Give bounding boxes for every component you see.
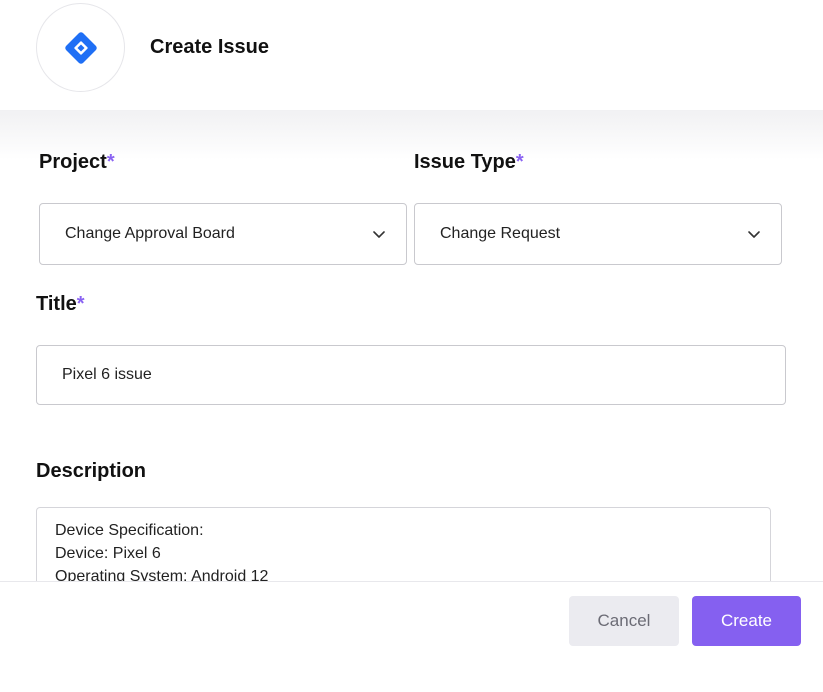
issue-type-label: Issue Type*	[414, 151, 524, 174]
description-cut-line	[55, 508, 268, 519]
issue-type-select[interactable]: Change Request	[414, 203, 782, 265]
required-mark: *	[76, 293, 85, 315]
description-textarea[interactable]: Device Specification: Device: Pixel 6 Oper…	[36, 507, 771, 587]
chevron-down-icon	[372, 227, 386, 241]
description-line: Device Specification:	[55, 522, 204, 539]
title-label-text: Title	[36, 293, 77, 315]
project-select-value: Change Approval Board	[65, 225, 235, 242]
issue-type-label-text: Issue Type	[414, 151, 516, 173]
issue-type-select-value: Change Request	[440, 225, 561, 242]
header-shadow	[0, 110, 823, 160]
project-label: Project*	[39, 151, 115, 174]
modal-footer: Cancel Create	[0, 581, 823, 692]
modal-header: Create Issue	[0, 0, 823, 110]
chevron-down-icon	[747, 227, 761, 241]
title-input[interactable]	[36, 345, 786, 405]
page-title: Create Issue	[150, 36, 269, 58]
cancel-button[interactable]: Cancel	[569, 596, 679, 646]
create-button[interactable]: Create	[692, 596, 801, 646]
required-mark: *	[106, 151, 115, 173]
description-content: Device Specification: Device: Pixel 6 Oper…	[55, 508, 268, 587]
project-label-text: Project	[39, 151, 107, 173]
title-label: Title*	[36, 293, 85, 316]
description-line: Device: Pixel 6	[55, 545, 161, 562]
app-logo	[36, 3, 125, 92]
jira-diamond-icon	[64, 31, 97, 64]
required-mark: *	[515, 151, 524, 173]
project-select[interactable]: Change Approval Board	[39, 203, 407, 265]
description-label: Description	[36, 460, 147, 482]
